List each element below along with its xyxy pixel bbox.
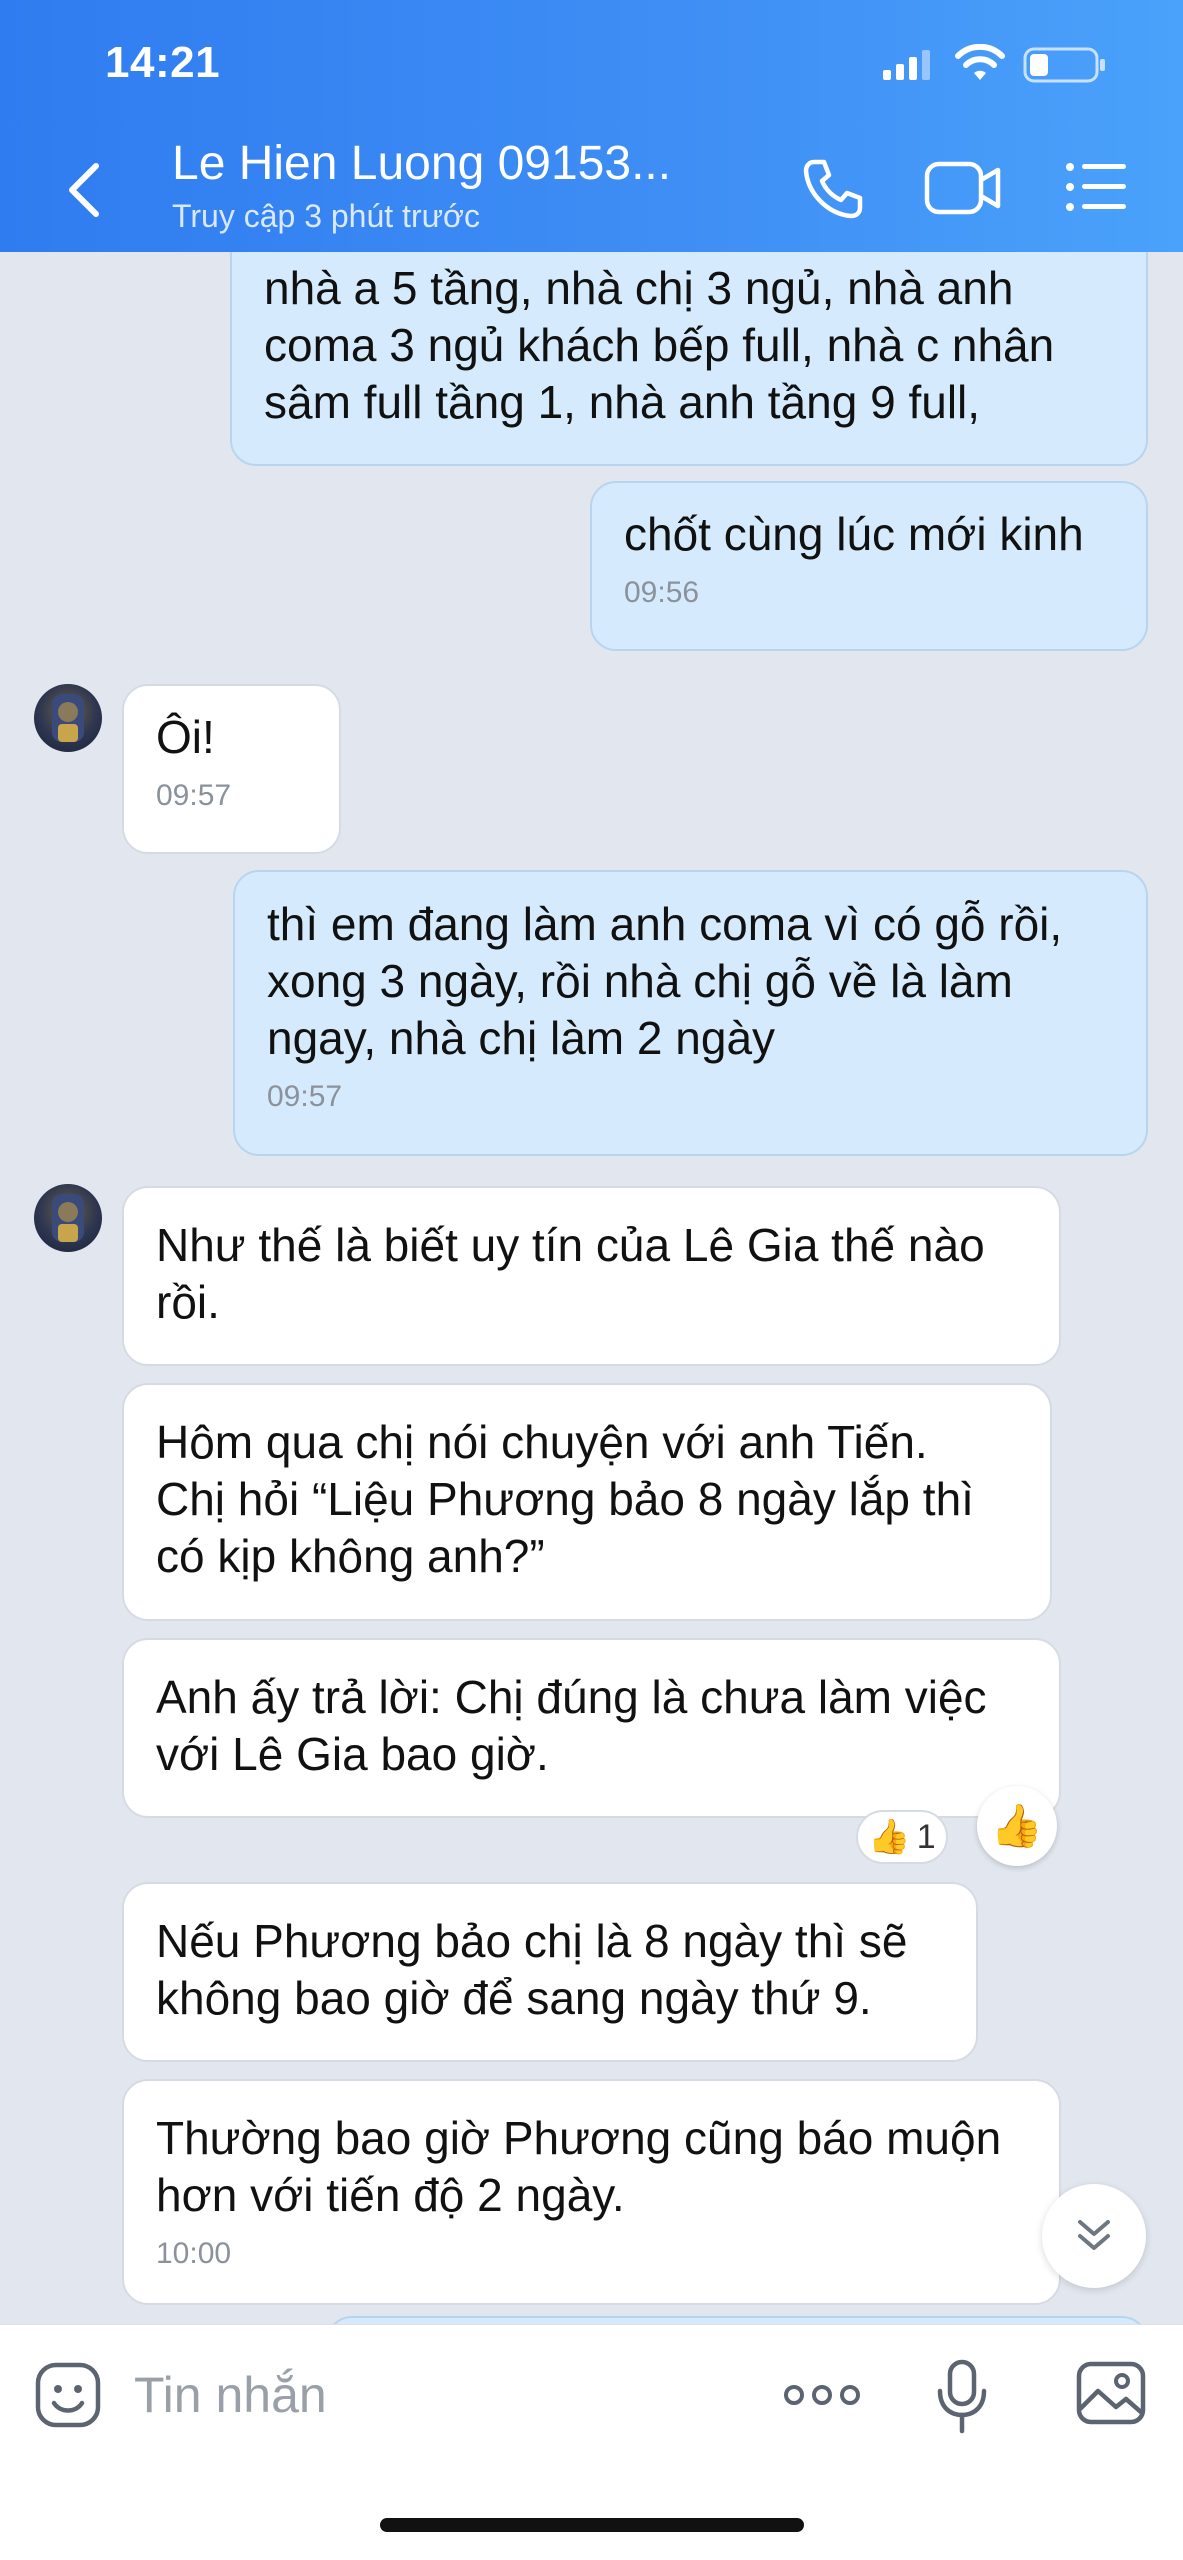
message-time: 09:57: [156, 779, 232, 812]
thumbs-up-icon: 👍: [990, 1801, 1044, 1849]
message-text-line: Hôm qua chị nói chuyện với anh Tiến.: [156, 1416, 928, 1468]
message-incoming[interactable]: Như thế là biết uy tín của Lê Gia thế nà…: [122, 1186, 1061, 1366]
video-camera-icon[interactable]: [924, 158, 1002, 218]
message-incoming[interactable]: Hôm qua chị nói chuyện với anh Tiến. Chị…: [122, 1383, 1052, 1621]
message-text-line: có kịp không anh?”: [156, 1530, 545, 1582]
contact-last-seen: Truy cập 3 phút trước: [172, 198, 480, 234]
back-icon[interactable]: [50, 150, 120, 230]
message-text-line: hơn với tiến độ 2 ngày.: [156, 2169, 625, 2221]
message-text-line: Ôi!: [156, 711, 215, 763]
wifi-icon: [955, 44, 1005, 80]
avatar[interactable]: [34, 684, 102, 752]
message-incoming[interactable]: Thường bao giờ Phương cũng báo muộn hơn …: [122, 2079, 1061, 2305]
chat-header: 14:21 Le Hien Luong 09153... Truy cập 3 …: [0, 0, 1183, 252]
message-text-line: ngay, nhà chị làm 2 ngày: [267, 1012, 776, 1064]
react-button[interactable]: 👍: [977, 1786, 1057, 1866]
message-text-line: coma 3 ngủ khách bếp full, nhà c nhân: [264, 319, 1055, 371]
scroll-down-button[interactable]: [1042, 2184, 1146, 2288]
message-text-line: với Lê Gia bao giờ.: [156, 1728, 549, 1780]
message-text-line: nhà a 5 tầng, nhà chị 3 ngủ, nhà anh: [264, 262, 1014, 314]
chat-message-list[interactable]: nhà a 5 tầng, nhà chị 3 ngủ, nhà anh com…: [0, 252, 1183, 2324]
message-text-line: chốt cùng lúc mới kinh: [624, 508, 1084, 560]
thumbs-up-icon: 👍: [868, 1818, 911, 1856]
message-outgoing[interactable]: chốt cùng lúc mới kinh 09:56: [590, 481, 1148, 651]
microphone-icon[interactable]: [934, 2359, 990, 2435]
message-incoming[interactable]: Nếu Phương bảo chị là 8 ngày thì sẽ khôn…: [122, 1882, 978, 2062]
signal-icon: [883, 50, 930, 80]
status-icons: [883, 40, 1123, 90]
avatar-image: [52, 694, 84, 742]
message-time: 10:00: [156, 2237, 232, 2270]
message-time: 09:57: [267, 1080, 343, 1113]
avatar-image: [52, 1194, 84, 1242]
message-incoming[interactable]: Anh ấy trả lời: Chị đúng là chưa làm việ…: [122, 1638, 1061, 1818]
message-outgoing[interactable]: thì em đang làm anh coma vì có gỗ rồi, x…: [233, 870, 1148, 1156]
battery-icon: [1023, 47, 1105, 83]
message-text-line: Nếu Phương bảo chị là 8 ngày thì sẽ: [156, 1915, 908, 1967]
message-text-line: Chị hỏi “Liệu Phương bảo 8 ngày lắp thì: [156, 1473, 974, 1525]
sticker-icon[interactable]: [34, 2361, 102, 2429]
message-text-line: không bao giờ để sang ngày thứ 9.: [156, 1972, 872, 2024]
message-text-line: xong 3 ngày, rồi nhà chị gỗ về là làm: [267, 955, 1013, 1007]
message-input[interactable]: [134, 2363, 654, 2427]
chevron-double-down-icon: [1078, 2220, 1110, 2250]
message-text-line: thì em đang làm anh coma vì có gỗ rồi,: [267, 898, 1063, 950]
message-outgoing[interactable]: nhà a 5 tầng, nhà chị 3 ngủ, nhà anh com…: [230, 252, 1148, 466]
reaction-chip[interactable]: 👍 1: [856, 1810, 948, 1864]
image-icon[interactable]: [1076, 2361, 1146, 2425]
message-text-line: rồi.: [156, 1276, 220, 1328]
message-text-line: Thường bao giờ Phương cũng báo muộn: [156, 2112, 1002, 2164]
status-time: 14:21: [105, 38, 221, 87]
message-text-line: sâm full tầng 1, nhà anh tầng 9 full,: [264, 376, 981, 428]
contact-name[interactable]: Le Hien Luong 09153...: [172, 136, 671, 191]
message-text-line: Như thế là biết uy tín của Lê Gia thế nà…: [156, 1219, 985, 1271]
phone-icon[interactable]: [800, 156, 866, 222]
message-text-line: Anh ấy trả lời: Chị đúng là chưa làm việ…: [156, 1671, 987, 1723]
message-outgoing[interactable]: [326, 2316, 1148, 2324]
more-dots-icon[interactable]: [782, 2373, 862, 2417]
reaction-count: 1: [916, 1817, 936, 1856]
home-indicator: [380, 2518, 804, 2532]
list-menu-icon[interactable]: [1064, 160, 1128, 214]
avatar[interactable]: [34, 1184, 102, 1252]
message-time: 09:56: [624, 576, 700, 609]
message-incoming[interactable]: Ôi! 09:57: [122, 684, 341, 854]
